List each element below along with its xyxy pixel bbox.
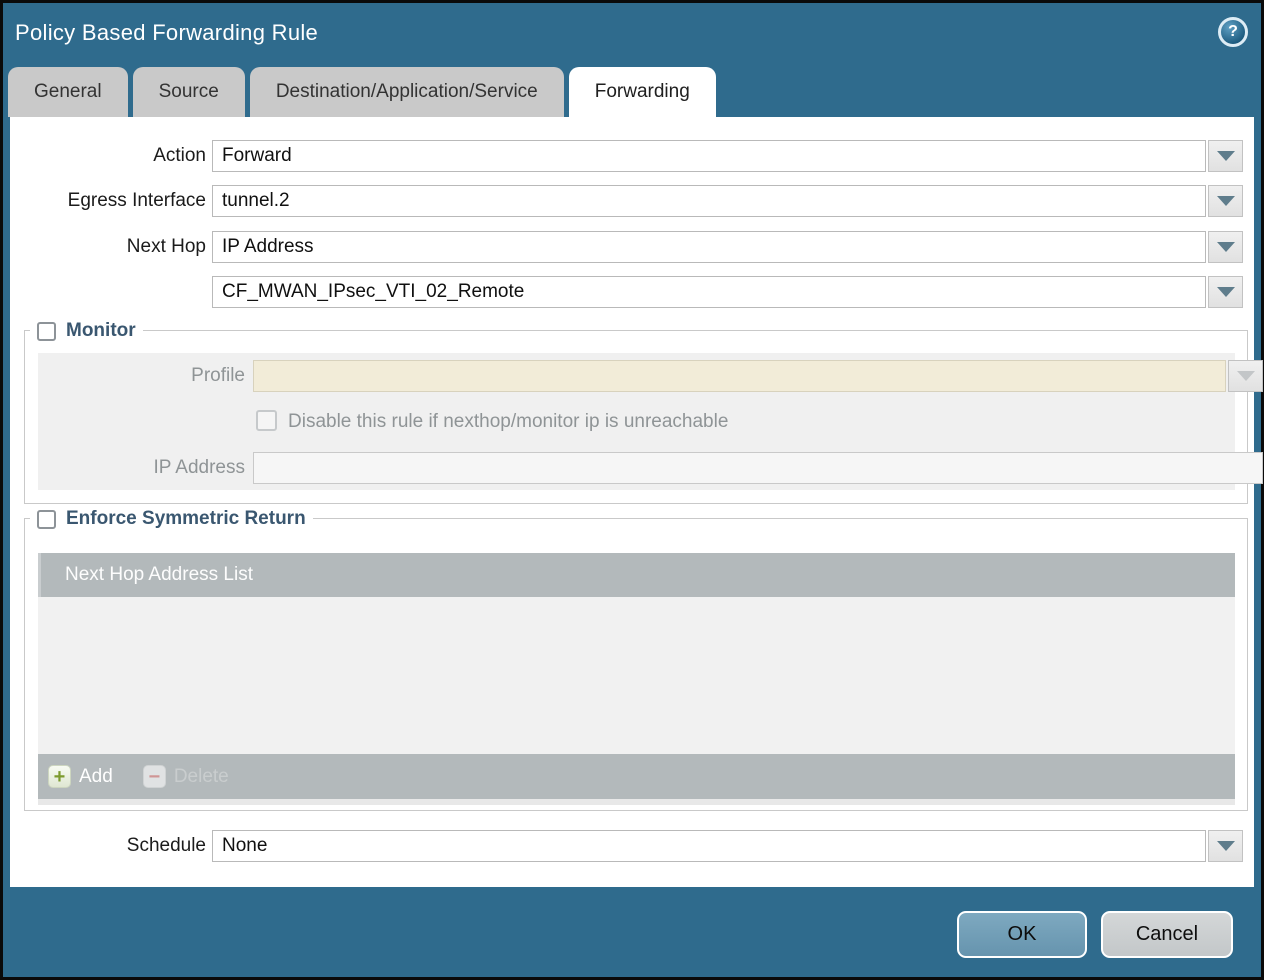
monitor-legend: Monitor (30, 319, 143, 343)
next-hop-address-dropdown-button[interactable] (1208, 276, 1243, 308)
next-hop-select[interactable]: IP Address (212, 231, 1206, 263)
schedule-select[interactable]: None (212, 830, 1206, 862)
add-button[interactable]: Add (79, 766, 113, 788)
cancel-button[interactable]: Cancel (1101, 911, 1233, 958)
action-value: Forward (222, 145, 292, 166)
tab-source-label: Source (159, 81, 219, 103)
delete-icon: − (143, 765, 166, 788)
monitor-label: Monitor (66, 320, 136, 342)
monitor-panel: Profile Disable this rule if nexthop/mon… (38, 353, 1235, 490)
table-bottom-strip (38, 799, 1235, 805)
chevron-down-icon (1217, 841, 1235, 851)
monitor-ip-address-input (253, 452, 1263, 484)
tab-source[interactable]: Source (133, 67, 245, 117)
next-hop-dropdown-button[interactable] (1208, 231, 1243, 263)
next-hop-address-list-toolbar: + Add − Delete (38, 754, 1235, 799)
next-hop-address-list-table: Next Hop Address List + Add − Delete (38, 553, 1235, 805)
next-hop-address-list-body (38, 597, 1235, 754)
egress-interface-select[interactable]: tunnel.2 (212, 185, 1206, 217)
help-icon-glyph: ? (1228, 23, 1238, 41)
next-hop-value: IP Address (222, 236, 314, 257)
tab-general-label: General (34, 81, 102, 103)
action-label: Action (10, 140, 206, 172)
plus-glyph: + (54, 767, 66, 787)
forwarding-tab-panel: Action Forward Egress Interface tunnel.2… (10, 117, 1254, 887)
chevron-down-icon (1217, 151, 1235, 161)
next-hop-label: Next Hop (10, 231, 206, 263)
ok-button[interactable]: OK (957, 911, 1087, 958)
delete-button: Delete (174, 766, 229, 788)
egress-interface-label: Egress Interface (10, 185, 206, 217)
schedule-label: Schedule (10, 830, 206, 862)
ok-button-label: OK (1008, 923, 1037, 946)
profile-dropdown-button (1228, 360, 1263, 392)
dialog-title: Policy Based Forwarding Rule (15, 20, 318, 46)
minus-glyph: − (148, 767, 160, 787)
monitor-checkbox[interactable] (37, 322, 56, 341)
profile-select (253, 360, 1226, 392)
schedule-dropdown-button[interactable] (1208, 830, 1243, 862)
next-hop-address-list-header: Next Hop Address List (38, 553, 1235, 597)
monitor-ip-address-label: IP Address (38, 452, 245, 484)
tab-destination-application-service[interactable]: Destination/Application/Service (250, 67, 564, 117)
next-hop-address-value: CF_MWAN_IPsec_VTI_02_Remote (222, 281, 524, 302)
disable-rule-checkbox (256, 410, 277, 431)
cancel-button-label: Cancel (1136, 923, 1198, 946)
chevron-down-icon (1217, 287, 1235, 297)
help-icon[interactable]: ? (1218, 17, 1248, 47)
tab-bar: General Source Destination/Application/S… (8, 67, 716, 117)
schedule-value: None (222, 835, 267, 856)
tab-general[interactable]: General (8, 67, 128, 117)
egress-interface-dropdown-button[interactable] (1208, 185, 1243, 217)
profile-label: Profile (38, 360, 245, 392)
chevron-down-icon (1217, 196, 1235, 206)
pbf-rule-dialog: Policy Based Forwarding Rule ? General S… (3, 3, 1261, 977)
tab-forwarding[interactable]: Forwarding (569, 67, 716, 117)
chevron-down-icon (1237, 371, 1255, 381)
dialog-footer: OK Cancel (3, 887, 1261, 977)
action-dropdown-button[interactable] (1208, 140, 1243, 172)
egress-interface-value: tunnel.2 (222, 190, 290, 211)
action-select[interactable]: Forward (212, 140, 1206, 172)
add-icon[interactable]: + (48, 765, 71, 788)
tab-forwarding-label: Forwarding (595, 81, 690, 103)
disable-rule-label: Disable this rule if nexthop/monitor ip … (288, 411, 728, 433)
chevron-down-icon (1217, 242, 1235, 252)
tab-destination-label: Destination/Application/Service (276, 81, 538, 103)
next-hop-address-select[interactable]: CF_MWAN_IPsec_VTI_02_Remote (212, 276, 1206, 308)
enforce-symmetric-return-label: Enforce Symmetric Return (66, 508, 306, 530)
enforce-symmetric-return-legend: Enforce Symmetric Return (30, 507, 313, 531)
enforce-symmetric-return-checkbox[interactable] (37, 510, 56, 529)
